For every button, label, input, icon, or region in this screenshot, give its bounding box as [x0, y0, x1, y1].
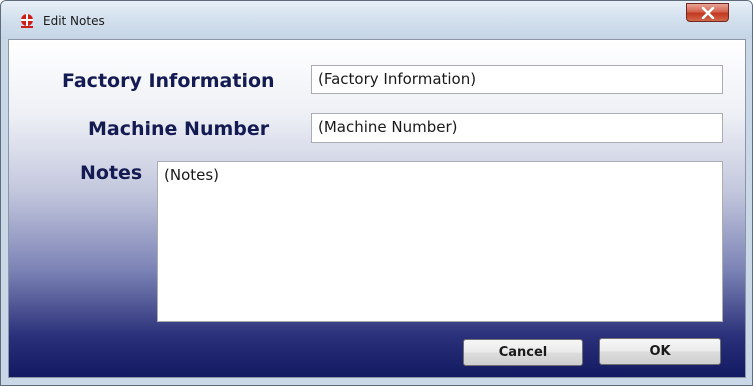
- factory-information-field[interactable]: (Factory Information): [311, 65, 723, 94]
- machine-number-label: Machine Number: [88, 118, 270, 140]
- app-logo-icon: [19, 13, 35, 29]
- notes-label: Notes: [80, 162, 143, 184]
- machine-number-field[interactable]: (Machine Number): [311, 113, 723, 143]
- edit-notes-dialog: Edit Notes Factory Information (Factory …: [0, 0, 753, 386]
- cancel-button[interactable]: Cancel: [463, 339, 583, 366]
- notes-textarea[interactable]: (Notes): [157, 161, 723, 322]
- dialog-body: Factory Information (Factory Information…: [8, 39, 746, 378]
- window-title: Edit Notes: [43, 14, 105, 28]
- ok-button[interactable]: OK: [599, 338, 721, 365]
- close-icon: [701, 7, 715, 19]
- title-bar[interactable]: Edit Notes: [1, 1, 752, 39]
- factory-information-label: Factory Information: [62, 70, 275, 92]
- close-button[interactable]: [686, 3, 729, 22]
